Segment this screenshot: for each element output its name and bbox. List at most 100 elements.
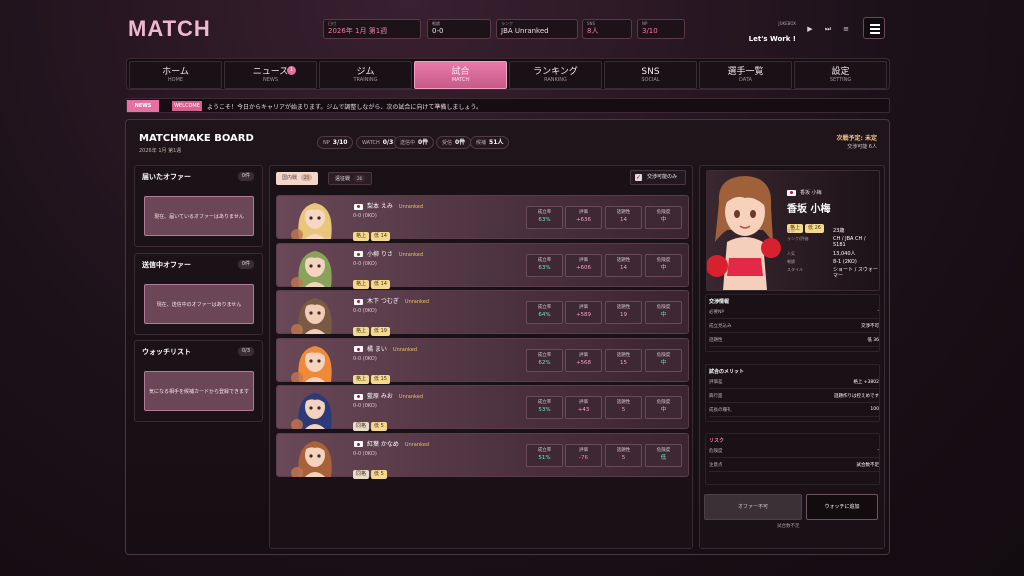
panel-title: 届いたオファー <box>142 173 191 181</box>
news-subtag: WELCOME <box>172 101 202 111</box>
stat-value: 3/10 <box>642 27 658 35</box>
risk-row: 危険度 - <box>709 448 879 458</box>
stat-danger: 危険度低 <box>645 443 682 467</box>
stat-topic: 話題性 5 <box>605 396 642 419</box>
candidate-name: 藍原 みお Unranked <box>354 391 423 400</box>
panel-count: 0/3 <box>237 347 254 356</box>
panel-empty-message: 現在、送信中のオファーはありません <box>144 284 254 324</box>
risk-row: 注意点 試合数不足 <box>709 462 879 472</box>
candidate-topic-tag: 低 14 <box>371 279 390 289</box>
candidate-avatar <box>291 203 332 239</box>
playlist-icon[interactable]: ≡ <box>840 23 852 35</box>
stat-1: 戦績 0-0 <box>427 19 491 39</box>
tab-ranking[interactable]: ランキング RANKING <box>509 61 602 89</box>
stat-success: 成立率 63% <box>526 253 563 277</box>
skip-icon[interactable]: ⏭ <box>822 23 834 35</box>
candidate-avatar <box>291 250 332 287</box>
stat-value: JBA Unranked <box>501 27 549 35</box>
tab-sublabel: SETTING <box>829 77 852 83</box>
tab-label: ニュース <box>252 67 289 77</box>
stat-danger: 危険度中 <box>645 301 682 324</box>
candidate-list: 国内戦 25 遠征戦 26 ✓ 交渉可能のみ 梨本 えみ Unranked 0-0 (0… <box>269 165 693 549</box>
play-icon[interactable]: ▶ <box>804 23 816 35</box>
stat-rating: 評価 +43 <box>565 396 602 419</box>
candidate-record: 0-0 (0KO) <box>353 355 377 362</box>
candidate-row[interactable]: 橘 まい Unranked 0-0 (0KO) 格上低 15 成立率 62% 評価 +56… <box>276 337 689 384</box>
tab-training[interactable]: ジム TRAINING <box>319 61 412 89</box>
tab-sublabel: DATA <box>739 77 752 83</box>
japan-flag-icon <box>354 251 363 257</box>
filter-domestic[interactable]: 国内戦 25 <box>276 172 319 185</box>
tab-sublabel: SOCIAL <box>641 77 660 83</box>
main-nav: ホーム HOME ニュース NEWS 1 ジム TRAINING 試合 MATCH ランキング RA… <box>126 58 890 90</box>
profile-field-key: 人気 <box>787 251 795 256</box>
filter-overseas[interactable]: 遠征戦 26 <box>328 172 373 185</box>
profile-field-key: 戦績 <box>787 259 795 264</box>
news-tag: NEWS <box>127 100 159 112</box>
tab-social[interactable]: SNS SOCIAL <box>604 61 697 89</box>
stat-value: 2026年 1月 第1週 <box>328 27 388 35</box>
negotiable-only-checkbox[interactable]: ✓ 交渉可能のみ <box>630 170 686 185</box>
candidate-name: 紅葉 かなめ Unranked <box>354 439 429 448</box>
panel-count: 0件 <box>237 260 254 269</box>
jukebox: JUKEBOX Let's Work ! <box>748 21 796 45</box>
panel-title: ウォッチリスト <box>142 348 191 356</box>
tab-home[interactable]: ホーム HOME <box>129 61 222 89</box>
stat-success: 成立率 62% <box>526 348 563 372</box>
candidate-grade-tag: 格上 <box>353 374 370 384</box>
candidate-record: 0-0 (0KO) <box>353 308 377 314</box>
japan-flag-icon <box>354 441 363 447</box>
japan-flag-icon <box>787 189 796 196</box>
profile-kana: 香坂 小梅 <box>787 189 822 196</box>
candidate-name: 木下 つむぎ Unranked <box>354 296 429 305</box>
profile-card: 香坂 小梅 香坂 小梅 格上低 26 年齢 23歳 ランク/評価 CH / JBA C… <box>706 170 880 291</box>
stat-danger: 危険度中 <box>645 206 682 229</box>
tab-news[interactable]: ニュース NEWS 1 <box>224 61 317 89</box>
profile-field-key: 年齢 <box>787 228 795 233</box>
stat-rating: 評価 +589 <box>565 301 602 324</box>
merits-section: 試合のメリット 評価差 格上 +3802 興行面 話題作りは控えめです 成長の糧礼 100 <box>705 364 880 422</box>
candidate-avatar <box>291 345 332 382</box>
tab-data[interactable]: 選手一覧 DATA <box>699 61 792 89</box>
profile-field-key: スタイル <box>787 267 803 272</box>
tab-match[interactable]: 試合 MATCH <box>414 61 507 89</box>
profile-name: 香坂 小梅 <box>787 204 831 215</box>
candidate-topic-tag: 低 15 <box>371 374 390 384</box>
candidate-row[interactable]: 藍原 みお Unranked 0-0 (0KO) 同格低 5 成立率 53% 評価 +43… <box>276 385 689 431</box>
add-watch-button[interactable]: ウォッチに追加 <box>806 494 878 520</box>
candidate-row[interactable]: 紅葉 かなめ Unranked 0-0 (0KO) 同格低 5 成立率 51% 評価 -7… <box>276 432 689 479</box>
offer-button[interactable]: オファー不可 <box>704 494 802 520</box>
board-title: MATCHMAKE BOARD <box>139 133 254 144</box>
panel-empty-message: 気になる相手を候補カードから登録できます <box>144 371 254 411</box>
panel-title: 送信中オファー <box>142 261 191 269</box>
tab-sublabel: MATCH <box>451 77 470 83</box>
left-panel-0: 届いたオファー 0件 現在、届いているオファーはありません <box>134 165 263 247</box>
tab-label: 試合 <box>451 67 470 77</box>
candidate-grade-tag: 格上 <box>353 279 370 289</box>
stat-4: NP 3/10 <box>637 19 685 39</box>
tab-sublabel: HOME <box>167 77 184 83</box>
negotiable-count: 交渉可能 6人 <box>847 144 877 150</box>
candidate-avatar <box>291 440 332 477</box>
stat-danger: 危険度中 <box>645 253 682 277</box>
negotiation-row: 成立見込み 交渉不可 <box>709 323 879 333</box>
candidate-topic-tag: 低 14 <box>371 232 390 241</box>
candidate-row[interactable]: 木下 つむぎ Unranked 0-0 (0KO) 格上低 19 成立率 64% 評価 +… <box>276 290 689 336</box>
profile-field-key: ランク/評価 <box>787 236 809 241</box>
panel-count: 0件 <box>237 172 254 181</box>
stat-topic: 話題性 14 <box>605 206 642 229</box>
negotiation-title: 交渉情報 <box>709 299 730 305</box>
hamburger-menu-button[interactable] <box>863 17 885 39</box>
candidate-name: 橘 まい Unranked <box>354 344 417 353</box>
candidate-row[interactable]: 小柳 りさ Unranked 0-0 (0KO) 格上低 14 成立率 63% 評価 +6… <box>276 242 689 289</box>
tab-setting[interactable]: 設定 SETTING <box>794 61 887 89</box>
check-icon: ✓ <box>635 174 642 181</box>
candidate-row[interactable]: 梨本 えみ Unranked 0-0 (0KO) 格上低 14 成立率 63% 評価 +6… <box>276 195 689 241</box>
matchmake-board: MATCHMAKE BOARD 2026年 1月 第1週 NP 3/10 WATCH… <box>125 119 890 555</box>
tab-label: ランキング <box>533 67 578 77</box>
tab-sublabel: TRAINING <box>353 77 378 83</box>
stat-value: 8人 <box>587 27 599 35</box>
app-logo: MATCH <box>128 16 211 41</box>
detail-panel: 香坂 小梅 香坂 小梅 格上低 26 年齢 23歳 ランク/評価 CH / JBA C… <box>699 165 885 549</box>
merits-row: 興行面 話題作りは控えめです <box>709 393 879 403</box>
